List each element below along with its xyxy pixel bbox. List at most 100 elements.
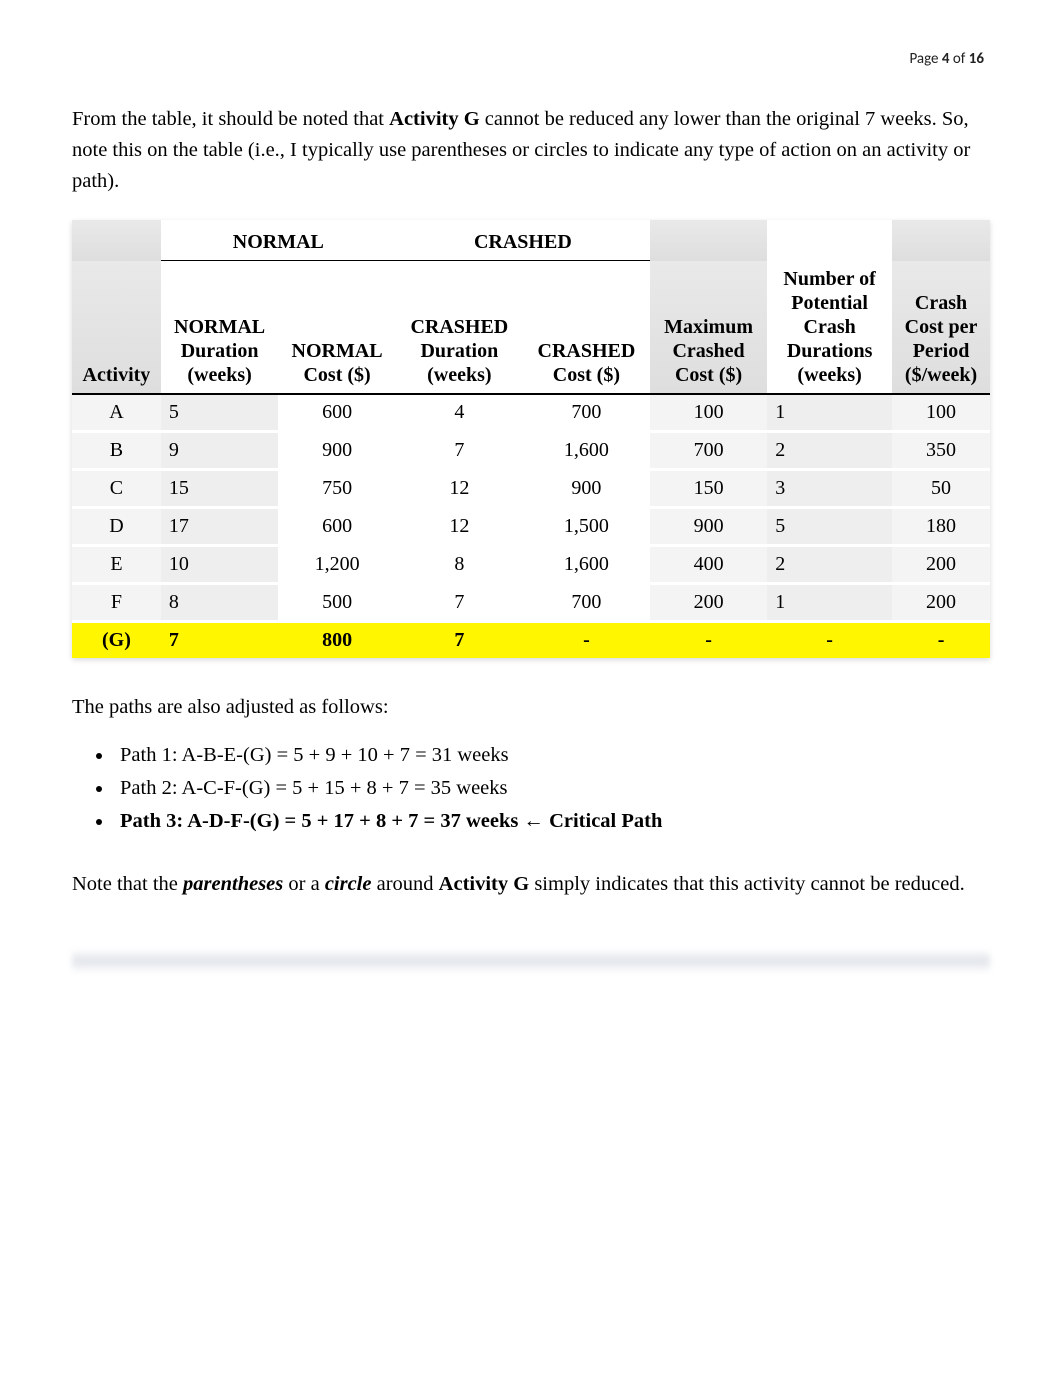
cell-cc: 900 (523, 468, 650, 506)
cell-nc: 1,200 (278, 544, 395, 582)
cell-pot: 2 (767, 430, 892, 468)
intro-paragraph: From the table, it should be noted that … (72, 104, 990, 196)
table-body: A 5 600 4 700 100 1 100 B 9 900 7 1,600 … (72, 394, 990, 658)
blank-h4 (892, 220, 990, 261)
document-page: Page 4 of 16 From the table, it should b… (0, 0, 1062, 1013)
cell-nc: 600 (278, 506, 395, 544)
blur-divider (72, 949, 990, 973)
col-crashed-cost: CRASHED Cost ($) (523, 261, 650, 394)
note-it2: circle (325, 873, 372, 895)
cell-cd: 7 (396, 582, 523, 620)
note-t2: or a (283, 873, 325, 895)
cell-mc: - (650, 620, 767, 658)
cell-mc: 400 (650, 544, 767, 582)
cell-cc: 1,600 (523, 544, 650, 582)
col-potential: Number of Potential Crash Durations (wee… (767, 261, 892, 394)
cell-nd: 5 (161, 394, 278, 430)
cell-mc: 700 (650, 430, 767, 468)
note-it1: parentheses (183, 873, 283, 895)
cell-ccp: 180 (892, 506, 990, 544)
cell-mc: 150 (650, 468, 767, 506)
note-b1: Activity G (439, 873, 530, 895)
list-item: Path 3: A-D-F-(G) = 5 + 17 + 8 + 7 = 37 … (114, 810, 990, 833)
cell-mc: 100 (650, 394, 767, 430)
col-max-crashed: Maximum Crashed Cost ($) (650, 261, 767, 394)
cell-activity: (G) (72, 620, 161, 658)
cell-nd: 10 (161, 544, 278, 582)
cell-activity: F (72, 582, 161, 620)
page-total: 16 (969, 50, 984, 68)
cell-nc: 500 (278, 582, 395, 620)
table-row: A 5 600 4 700 100 1 100 (72, 394, 990, 430)
table-row-highlighted: (G) 7 800 7 - - - - (72, 620, 990, 658)
paths-list: Path 1: A-B-E-(G) = 5 + 9 + 10 + 7 = 31 … (114, 744, 990, 833)
cell-pot: 5 (767, 506, 892, 544)
table-row: C 15 750 12 900 150 3 50 (72, 468, 990, 506)
table-group-row: NORMAL CRASHED (72, 220, 990, 261)
crash-table: NORMAL CRASHED Activity NORMAL Duration … (72, 220, 990, 658)
cell-cd: 7 (396, 430, 523, 468)
cell-nc: 750 (278, 468, 395, 506)
group-normal: NORMAL (161, 220, 396, 261)
note-t1: Note that the (72, 873, 183, 895)
cell-cd: 12 (396, 506, 523, 544)
blank-h3 (767, 220, 892, 261)
cell-nd: 17 (161, 506, 278, 544)
page-label-prefix: Page (909, 50, 941, 68)
cell-nd: 7 (161, 620, 278, 658)
paths-intro: The paths are also adjusted as follows: (72, 692, 990, 723)
page-current: 4 (942, 50, 950, 68)
cell-cc: 1,600 (523, 430, 650, 468)
col-crashed-duration: CRASHED Duration (weeks) (396, 261, 523, 394)
col-crash-cost-period: Crash Cost per Period ($/week) (892, 261, 990, 394)
table-row: F 8 500 7 700 200 1 200 (72, 582, 990, 620)
cell-cc: 1,500 (523, 506, 650, 544)
cell-activity: B (72, 430, 161, 468)
cell-ccp: 200 (892, 544, 990, 582)
cell-pot: 1 (767, 394, 892, 430)
cell-nc: 900 (278, 430, 395, 468)
cell-pot: 1 (767, 582, 892, 620)
blank-h (72, 220, 161, 261)
cell-pot: 3 (767, 468, 892, 506)
path-3-critical: Path 3: A-D-F-(G) = 5 + 17 + 8 + 7 = 37 … (120, 810, 662, 832)
crash-table-container: NORMAL CRASHED Activity NORMAL Duration … (72, 220, 990, 658)
cell-activity: D (72, 506, 161, 544)
list-item: Path 1: A-B-E-(G) = 5 + 9 + 10 + 7 = 31 … (114, 744, 990, 767)
cell-mc: 200 (650, 582, 767, 620)
table-header-row: Activity NORMAL Duration (weeks) NORMAL … (72, 261, 990, 394)
col-normal-duration: NORMAL Duration (weeks) (161, 261, 278, 394)
intro-text-before: From the table, it should be noted that (72, 108, 389, 130)
cell-ccp: 350 (892, 430, 990, 468)
page-label-of: of (950, 50, 969, 68)
cell-cd: 7 (396, 620, 523, 658)
cell-cc: 700 (523, 582, 650, 620)
cell-ccp: - (892, 620, 990, 658)
cell-ccp: 100 (892, 394, 990, 430)
cell-nd: 8 (161, 582, 278, 620)
table-row: E 10 1,200 8 1,600 400 2 200 (72, 544, 990, 582)
cell-activity: A (72, 394, 161, 430)
cell-cd: 12 (396, 468, 523, 506)
cell-nd: 15 (161, 468, 278, 506)
cell-cc: - (523, 620, 650, 658)
page-header: Page 4 of 16 (72, 50, 990, 68)
cell-cc: 700 (523, 394, 650, 430)
cell-activity: C (72, 468, 161, 506)
list-item: Path 2: A-C-F-(G) = 5 + 15 + 8 + 7 = 35 … (114, 777, 990, 800)
note-t3: around (371, 873, 438, 895)
cell-nd: 9 (161, 430, 278, 468)
col-activity: Activity (72, 261, 161, 394)
group-crashed: CRASHED (396, 220, 650, 261)
blank-h2 (650, 220, 767, 261)
intro-bold-activity: Activity G (389, 108, 480, 130)
table-row: B 9 900 7 1,600 700 2 350 (72, 430, 990, 468)
cell-ccp: 50 (892, 468, 990, 506)
cell-cd: 4 (396, 394, 523, 430)
cell-ccp: 200 (892, 582, 990, 620)
path-2: Path 2: A-C-F-(G) = 5 + 15 + 8 + 7 = 35 … (120, 777, 508, 799)
cell-cd: 8 (396, 544, 523, 582)
col-normal-cost: NORMAL Cost ($) (278, 261, 395, 394)
cell-pot: 2 (767, 544, 892, 582)
path-1: Path 1: A-B-E-(G) = 5 + 9 + 10 + 7 = 31 … (120, 744, 509, 766)
